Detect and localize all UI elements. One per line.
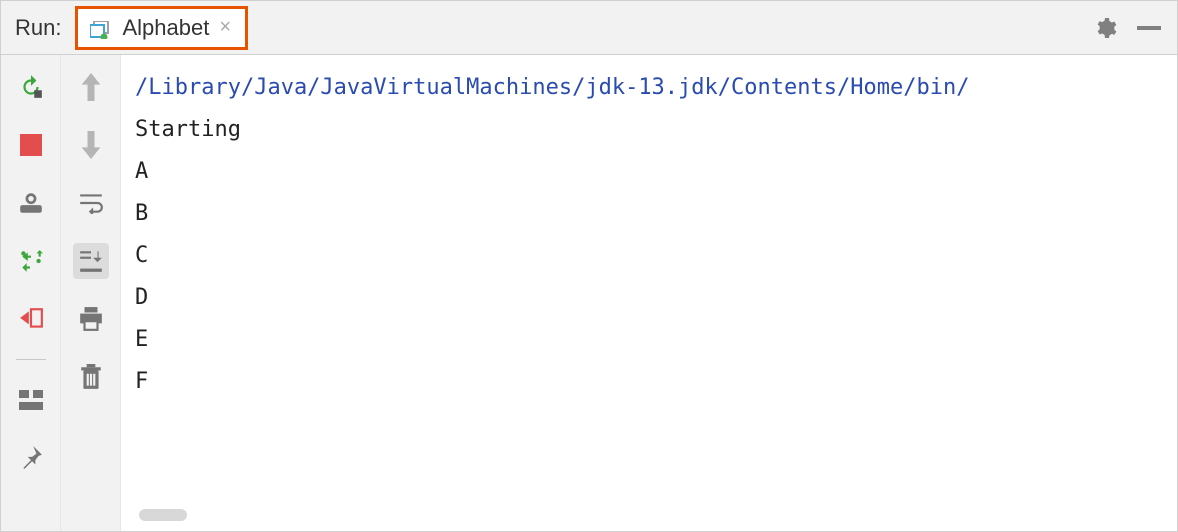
up-button[interactable] (73, 69, 109, 105)
soft-wrap-button[interactable] (73, 185, 109, 221)
close-icon[interactable]: × (219, 16, 231, 39)
tab-label: Alphabet (122, 15, 209, 41)
output-line: F (135, 369, 148, 394)
run-tool-window: Run: Alphabet × (0, 0, 1178, 532)
command-line: /Library/Java/JavaVirtualMachines/jdk-13… (135, 75, 969, 100)
stop-button[interactable] (13, 127, 49, 163)
output-line: Starting (135, 117, 241, 142)
output-line: D (135, 285, 148, 310)
toolbar-column-left (1, 55, 61, 531)
scrollbar-thumb[interactable] (139, 509, 187, 521)
output-line: E (135, 327, 148, 352)
header-bar: Run: Alphabet × (1, 1, 1177, 55)
print-button[interactable] (73, 301, 109, 337)
divider (16, 359, 46, 360)
down-button[interactable] (73, 127, 109, 163)
toolbar-column-secondary (61, 55, 121, 531)
scroll-to-end-button[interactable] (73, 243, 109, 279)
output-line: C (135, 243, 148, 268)
pin-button[interactable] (13, 440, 49, 476)
run-config-tab[interactable]: Alphabet × (75, 6, 248, 50)
horizontal-scrollbar[interactable] (121, 503, 1177, 531)
application-icon (90, 19, 112, 37)
layout-button[interactable] (13, 382, 49, 418)
console-output[interactable]: /Library/Java/JavaVirtualMachines/jdk-13… (121, 55, 1177, 503)
dump-threads-button[interactable] (13, 185, 49, 221)
body: /Library/Java/JavaVirtualMachines/jdk-13… (1, 55, 1177, 531)
gear-icon[interactable] (1093, 16, 1117, 40)
output-line: B (135, 201, 148, 226)
minimize-icon[interactable] (1137, 26, 1161, 30)
clear-all-button[interactable] (73, 359, 109, 395)
rerun-button[interactable] (13, 69, 49, 105)
attach-debugger-button[interactable] (13, 301, 49, 337)
output-line: A (135, 159, 148, 184)
console-area: /Library/Java/JavaVirtualMachines/jdk-13… (121, 55, 1177, 531)
exit-button[interactable] (13, 243, 49, 279)
run-label: Run: (1, 15, 75, 41)
